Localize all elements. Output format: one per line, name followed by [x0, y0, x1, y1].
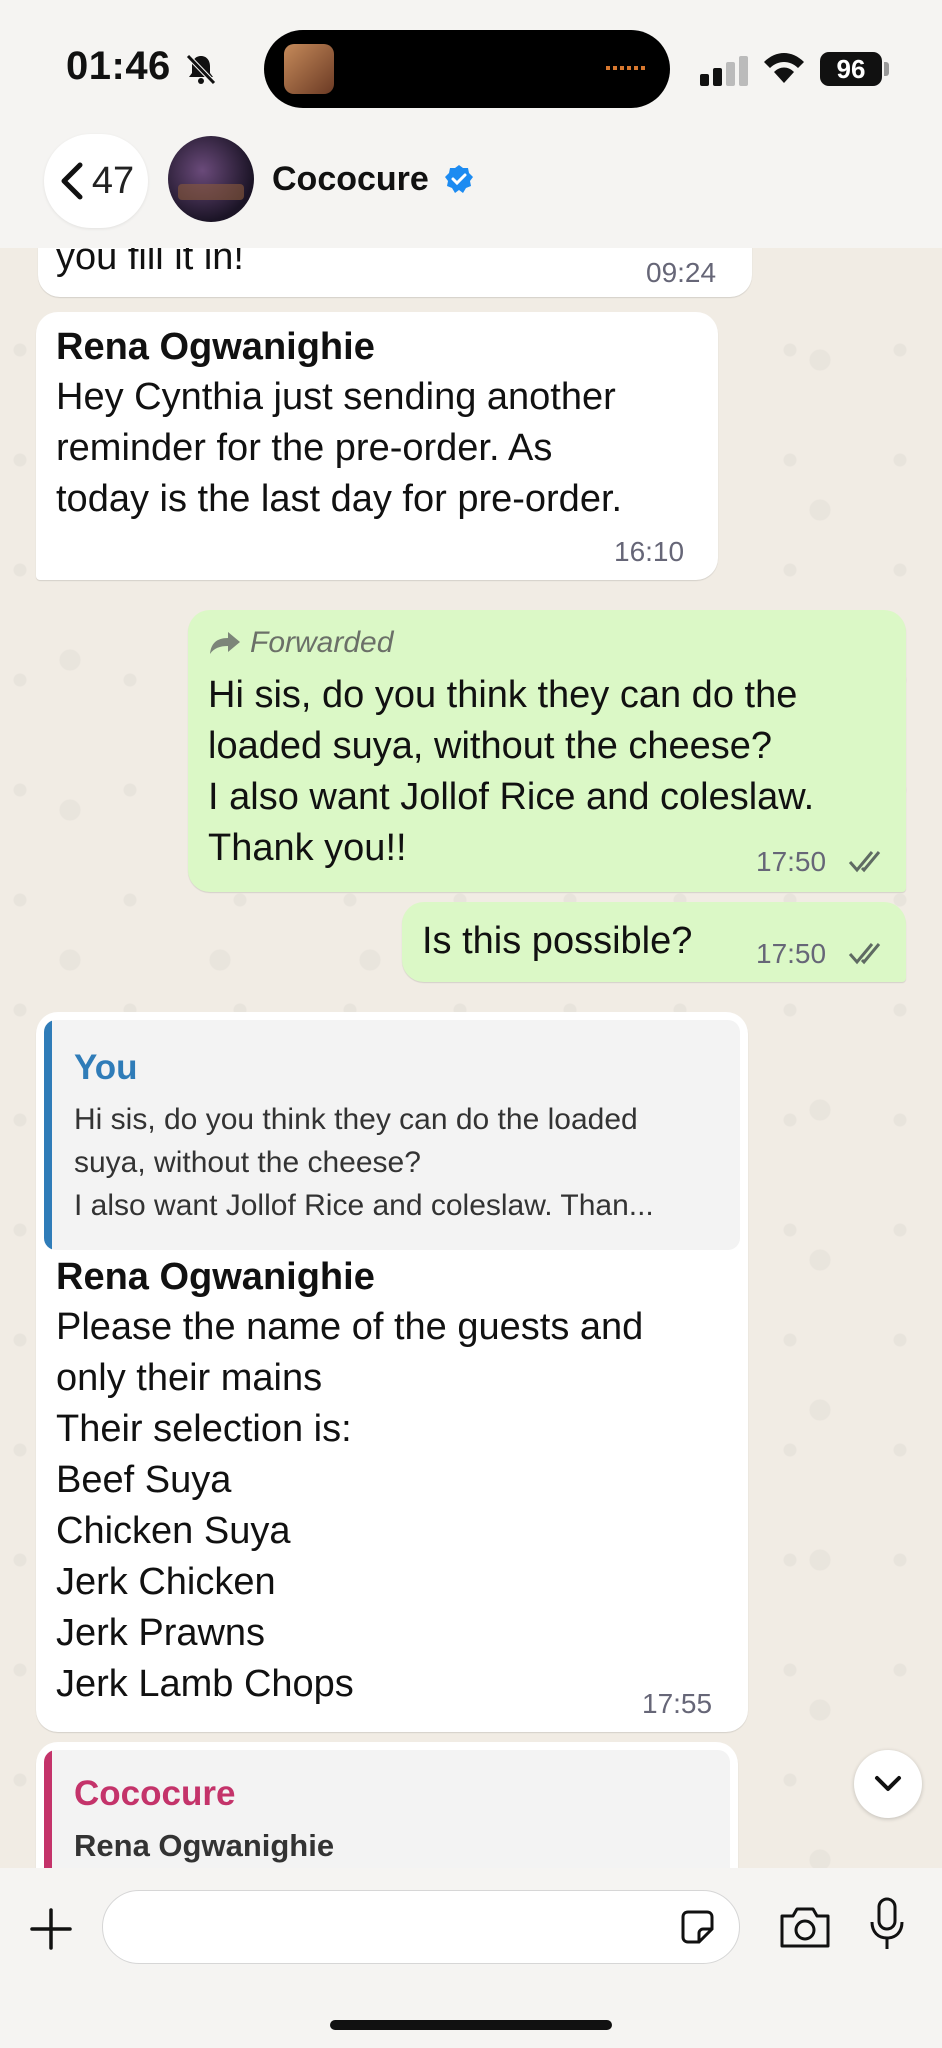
forward-icon [210, 632, 240, 654]
message-text: Please the name of the guests and only t… [56, 1306, 644, 1705]
chevron-left-icon [61, 162, 83, 200]
message-sender: Rena Ogwanighie [56, 326, 375, 368]
back-button[interactable]: 47 [44, 134, 148, 228]
message-bubble-outgoing[interactable]: Is this possible? 17:50 [402, 902, 906, 982]
quote-accent-bar [44, 1020, 52, 1250]
quote-author: Cococure [74, 1774, 236, 1813]
chat-header: 47 Cococure [0, 130, 942, 248]
double-check-icon [848, 851, 881, 873]
message-time: 09:24 [646, 257, 717, 288]
battery-icon: 96 [820, 52, 882, 86]
message-time: 17:50 [756, 938, 827, 969]
quote-author: You [74, 1048, 138, 1087]
home-indicator [330, 2020, 612, 2030]
double-check-icon [848, 943, 881, 965]
forwarded-label: Forwarded [208, 626, 393, 660]
message-text: Is this possible? [422, 920, 693, 962]
message-time: 17:50 [756, 846, 827, 877]
signal-icon [700, 56, 748, 86]
quoted-message[interactable]: You Hi sis, do you think they can do the… [44, 1020, 740, 1250]
activity-indicator [606, 66, 646, 70]
wifi-icon [764, 53, 804, 83]
message-bubble-incoming[interactable]: Rena Ogwanighie Hey Cynthia just sending… [36, 312, 718, 580]
message-input-container[interactable] [102, 1890, 740, 1965]
avatar[interactable] [168, 136, 254, 222]
now-playing-thumbnail [284, 44, 334, 94]
quote-text: Rena Ogwanighie [74, 1828, 335, 1863]
verified-icon [445, 165, 473, 193]
message-time: 17:55 [642, 1688, 713, 1719]
sticker-icon[interactable] [677, 1907, 717, 1947]
scroll-to-bottom-button[interactable] [854, 1750, 922, 1818]
camera-icon[interactable] [778, 1904, 832, 1950]
message-text: Hi sis, do you think they can do the loa… [208, 674, 815, 869]
battery-tip [884, 62, 889, 76]
plus-icon[interactable] [28, 1906, 74, 1952]
message-sender: Rena Ogwanighie [56, 1256, 375, 1298]
unread-count: 47 [91, 159, 135, 202]
message-time: 16:10 [614, 536, 685, 567]
status-bar: 01:46 96 [0, 0, 942, 130]
forwarded-text: Forwarded [250, 626, 394, 659]
status-time: 01:46 [66, 44, 171, 88]
contact-name[interactable]: Cococure [272, 160, 429, 199]
dynamic-island [264, 30, 670, 108]
message-text: Hey Cynthia just sending another reminde… [56, 376, 623, 520]
message-input[interactable] [127, 1891, 671, 1965]
message-bubble-incoming[interactable]: You Hi sis, do you think they can do the… [36, 1012, 748, 1732]
quote-text: Hi sis, do you think they can do the loa… [74, 1103, 654, 1222]
message-bubble-outgoing[interactable]: Forwarded Hi sis, do you think they can … [188, 610, 906, 892]
chevron-down-icon [875, 1776, 901, 1791]
microphone-icon[interactable] [868, 1896, 906, 1952]
bell-slash-icon [186, 54, 216, 85]
